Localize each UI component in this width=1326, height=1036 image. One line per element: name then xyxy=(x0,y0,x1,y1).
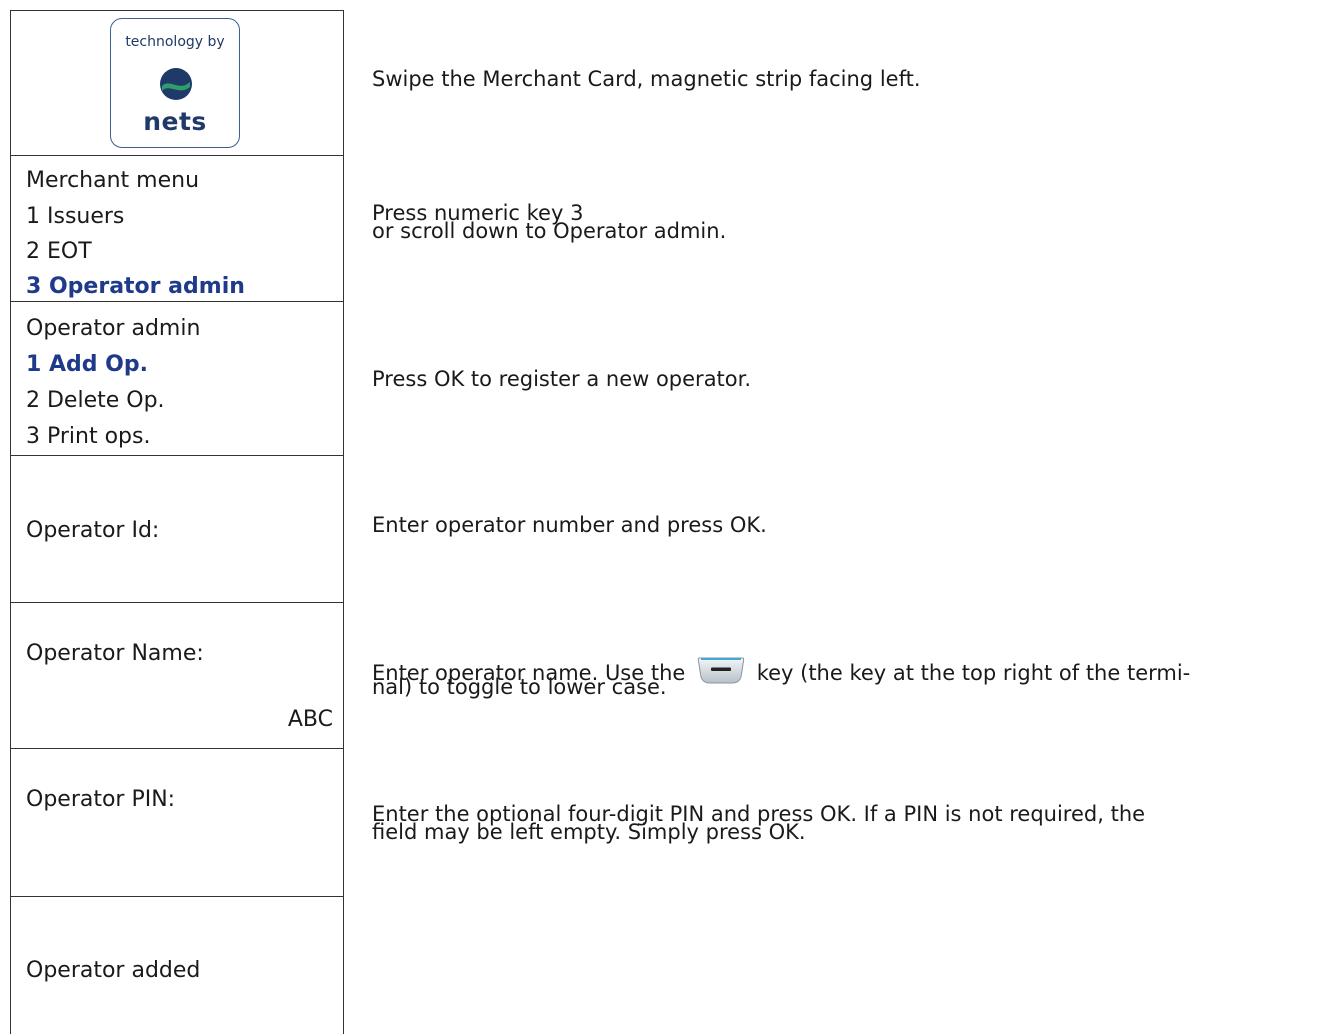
menu-item-eot: 2 EOT xyxy=(26,239,92,264)
menu-item-issuers: 1 Issuers xyxy=(26,204,125,229)
menu-item-operator-admin: 3 Operator admin xyxy=(26,274,245,299)
instruction-numeric-key-line2: or scroll down to Operator admin. xyxy=(372,219,727,243)
menu-item-print-ops: 3 Print ops. xyxy=(26,424,151,449)
operator-pin-label: Operator PIN: xyxy=(26,787,176,812)
instruction-pin-line2: field may be left empty. Simply press OK… xyxy=(372,820,806,844)
instruction-operator-name-line2: nal) to toggle to lower case. xyxy=(372,675,667,699)
logo-screen: technology by nets xyxy=(11,11,343,156)
operator-name-value: ABC xyxy=(287,707,333,732)
nets-logo: technology by nets xyxy=(110,18,240,148)
instruction-name-part2: key (the key at the top right of the ter… xyxy=(756,661,1191,685)
instruction-register-operator: Press OK to register a new operator. xyxy=(372,367,752,391)
instruction-swipe-card: Swipe the Merchant Card, magnetic strip … xyxy=(372,67,921,91)
operator-name-screen: Operator Name: ABC xyxy=(11,603,343,749)
logo-brand-name: nets xyxy=(143,107,207,136)
terminal-screens-column: technology by nets Merchant menu 1 Issue… xyxy=(10,10,344,1034)
operator-added-screen: Operator added xyxy=(11,897,343,1035)
menu-item-add-op: 1 Add Op. xyxy=(26,352,148,377)
operator-added-label: Operator added xyxy=(26,958,201,983)
operator-pin-screen: Operator PIN: xyxy=(11,749,343,897)
merchant-menu-screen: Merchant menu 1 Issuers 2 EOT 3 Operator… xyxy=(11,156,343,302)
operator-id-screen: Operator Id: xyxy=(11,456,343,603)
operator-id-label: Operator Id: xyxy=(26,518,160,543)
top-right-function-key-icon xyxy=(697,657,745,684)
operator-name-label: Operator Name: xyxy=(26,641,204,666)
menu-title: Merchant menu xyxy=(26,168,200,193)
nets-logo-mark-icon xyxy=(160,68,192,100)
menu-item-delete-op: 2 Delete Op. xyxy=(26,388,165,413)
operator-admin-title: Operator admin xyxy=(26,316,201,341)
instruction-operator-number: Enter operator number and press OK. xyxy=(372,513,767,537)
operator-admin-screen: Operator admin 1 Add Op. 2 Delete Op. 3 … xyxy=(11,302,343,456)
logo-tagline: technology by xyxy=(125,34,225,50)
